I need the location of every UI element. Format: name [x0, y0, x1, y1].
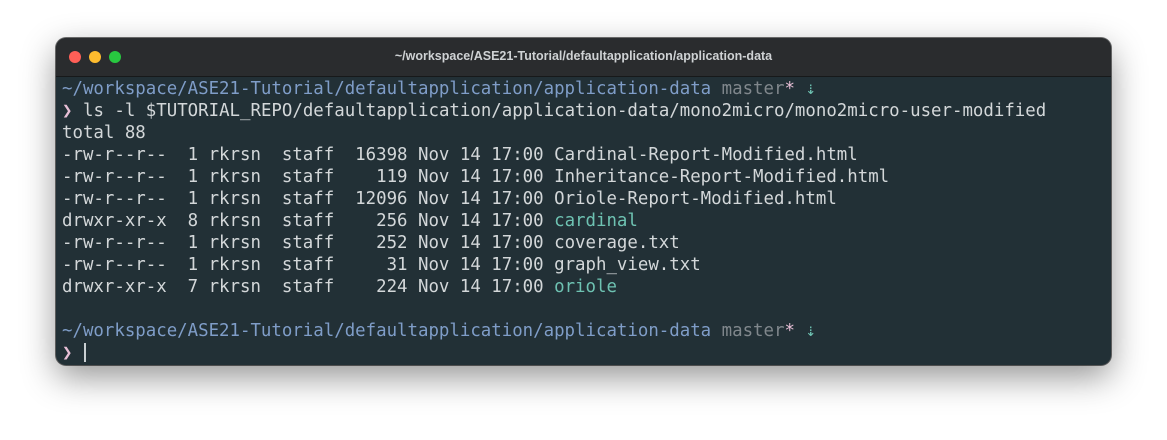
file-name: Cardinal-Report-Modified.html — [554, 145, 858, 165]
command-line: ❯ ls -l $TUTORIAL_REPO/defaultapplicatio… — [62, 100, 1105, 122]
listing-metadata: -rw-r--r-- 1 rkrsn staff 31 Nov 14 17:00 — [62, 255, 555, 275]
listing-row: drwxr-xr-x 8 rkrsn staff 256 Nov 14 17:0… — [62, 210, 1105, 232]
listing-row: -rw-r--r-- 1 rkrsn staff 16398 Nov 14 17… — [62, 144, 1105, 166]
listing-row: drwxr-xr-x 7 rkrsn staff 224 Nov 14 17:0… — [62, 276, 1105, 298]
listing-row: -rw-r--r-- 1 rkrsn staff 252 Nov 14 17:0… — [62, 232, 1105, 254]
git-branch: master — [721, 321, 785, 341]
file-name: coverage.txt — [554, 233, 680, 253]
listing-metadata: -rw-r--r-- 1 rkrsn staff 16398 Nov 14 17… — [62, 145, 555, 165]
git-branch: master — [721, 79, 785, 99]
listing-metadata: drwxr-xr-x 7 rkrsn staff 224 Nov 14 17:0… — [62, 277, 555, 297]
directory-name: oriole — [554, 277, 617, 297]
listing-row: -rw-r--r-- 1 rkrsn staff 12096 Nov 14 17… — [62, 188, 1105, 210]
prompt-path: ~/workspace/ASE21-Tutorial/defaultapplic… — [62, 321, 712, 341]
prompt-symbol-icon: ❯ — [62, 101, 73, 121]
terminal-window[interactable]: ~/workspace/ASE21-Tutorial/defaultapplic… — [56, 38, 1111, 365]
text-cursor — [84, 343, 87, 362]
git-behind-arrow-icon: ⇣ — [805, 79, 816, 99]
git-dirty-marker: * — [784, 321, 795, 341]
listing-metadata: -rw-r--r-- 1 rkrsn staff 12096 Nov 14 17… — [62, 189, 555, 209]
listing-metadata: drwxr-xr-x 8 rkrsn staff 256 Nov 14 17:0… — [62, 211, 555, 231]
listing-row: -rw-r--r-- 1 rkrsn staff 119 Nov 14 17:0… — [62, 166, 1105, 188]
title-bar[interactable]: ~/workspace/ASE21-Tutorial/defaultapplic… — [56, 38, 1111, 77]
prompt-path: ~/workspace/ASE21-Tutorial/defaultapplic… — [62, 79, 712, 99]
file-name: Inheritance-Report-Modified.html — [554, 167, 890, 187]
total-line: total 88 — [62, 123, 146, 143]
directory-name: cardinal — [554, 211, 638, 231]
git-behind-arrow-icon: ⇣ — [805, 321, 816, 341]
window-title: ~/workspace/ASE21-Tutorial/defaultapplic… — [394, 49, 773, 63]
listing-metadata: -rw-r--r-- 1 rkrsn staff 252 Nov 14 17:0… — [62, 233, 555, 253]
prompt-line-1: ~/workspace/ASE21-Tutorial/defaultapplic… — [62, 78, 1105, 100]
prompt-line-2: ~/workspace/ASE21-Tutorial/defaultapplic… — [62, 320, 1105, 342]
file-name: Oriole-Report-Modified.html — [554, 189, 837, 209]
listing: -rw-r--r-- 1 rkrsn staff 16398 Nov 14 17… — [62, 144, 1105, 298]
listing-metadata: -rw-r--r-- 1 rkrsn staff 119 Nov 14 17:0… — [62, 167, 555, 187]
terminal-output[interactable]: ~/workspace/ASE21-Tutorial/defaultapplic… — [62, 78, 1105, 365]
file-name: graph_view.txt — [554, 255, 701, 275]
input-line[interactable]: ❯ — [62, 342, 1105, 364]
prompt-symbol-icon: ❯ — [62, 343, 73, 363]
command-text: ls -l $TUTORIAL_REPO/defaultapplication/… — [82, 101, 1047, 121]
git-dirty-marker: * — [784, 79, 795, 99]
listing-row: -rw-r--r-- 1 rkrsn staff 31 Nov 14 17:00… — [62, 254, 1105, 276]
